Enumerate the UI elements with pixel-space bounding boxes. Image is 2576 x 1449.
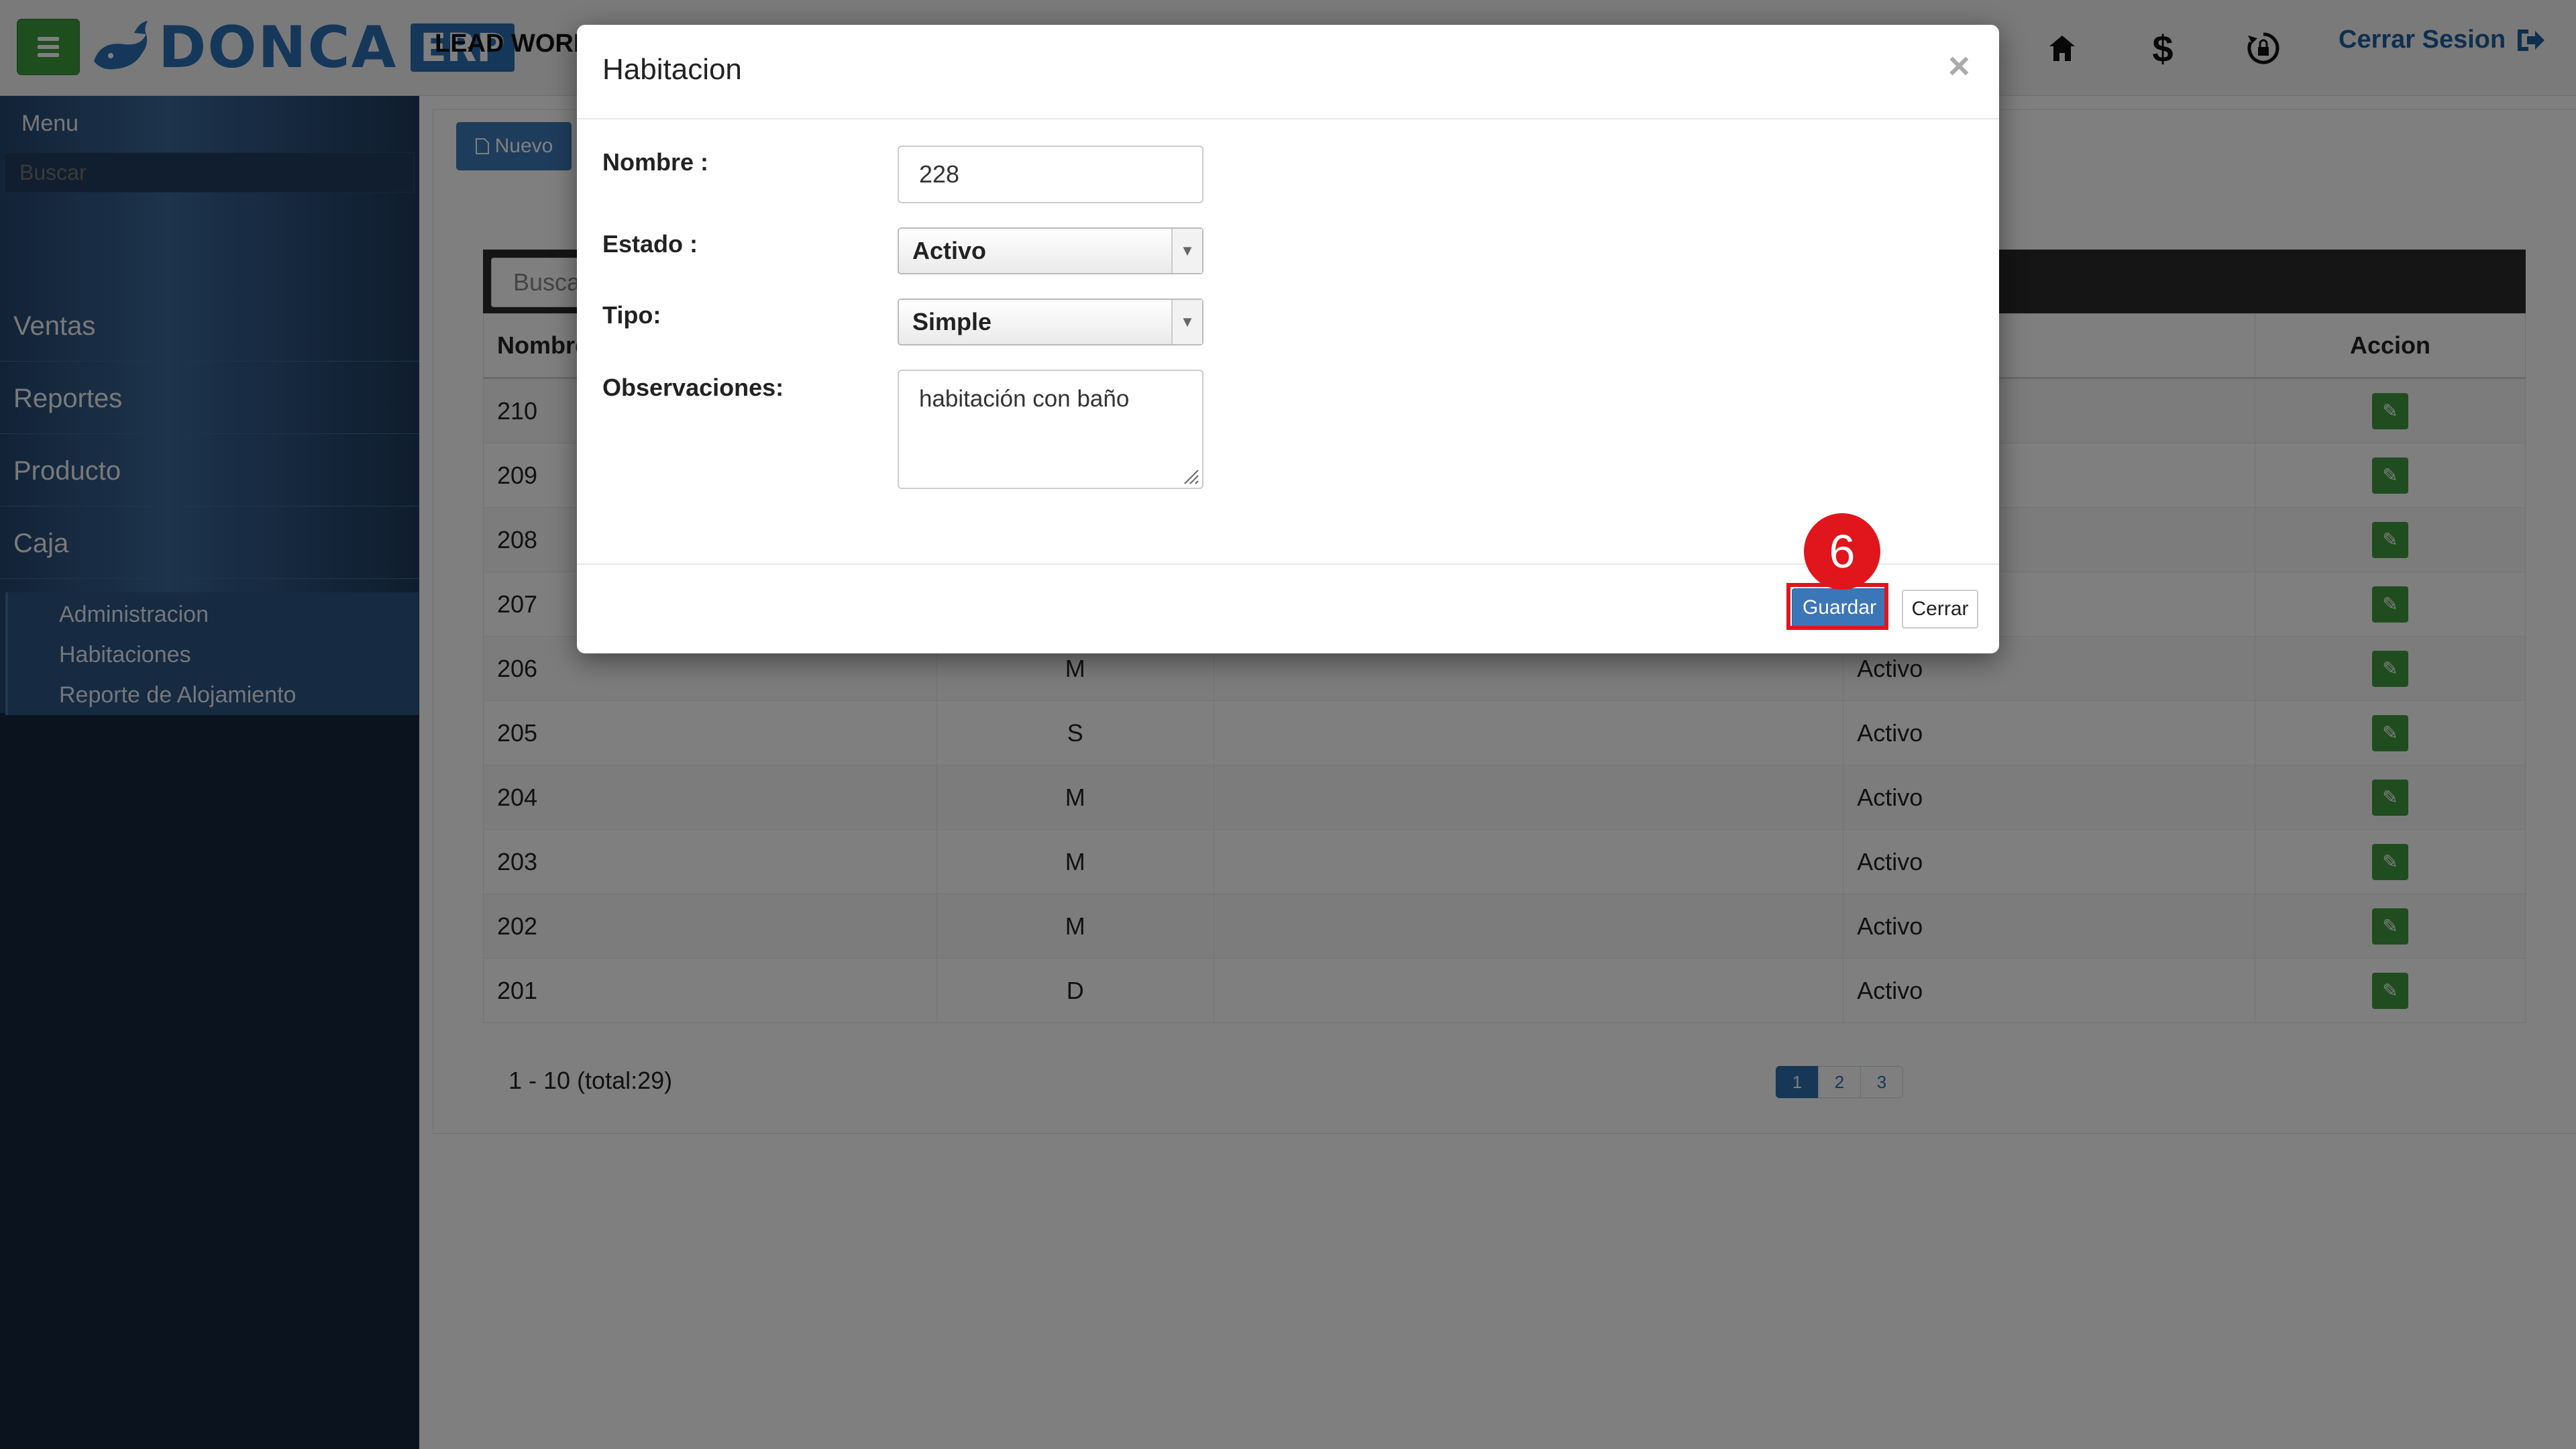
nombre-label: Nombre : (602, 148, 709, 176)
tipo-select-value: Simple (912, 308, 992, 335)
modal-title: Habitacion (602, 53, 742, 86)
chevron-down-icon: ▼ (1171, 229, 1202, 273)
tipo-label: Tipo: (602, 301, 661, 329)
close-icon[interactable]: × (1948, 44, 1970, 87)
estado-label: Estado : (602, 230, 698, 258)
step-number-badge: 6 (1804, 513, 1880, 590)
nombre-input[interactable]: 228 (898, 146, 1203, 203)
tipo-select[interactable]: Simple ▼ (898, 299, 1203, 345)
step-highlight-box (1786, 583, 1888, 630)
room-modal: Habitacion × Nombre : 228 Estado : Activ… (577, 25, 1999, 653)
observaciones-label: Observaciones: (602, 374, 784, 401)
cancel-button[interactable]: Cerrar (1902, 590, 1978, 629)
modal-footer-divider (577, 564, 1999, 565)
observaciones-value: habitación con baño (919, 386, 1130, 412)
modal-divider (577, 118, 1999, 119)
resize-handle-icon[interactable] (1179, 465, 1199, 485)
chevron-down-icon: ▼ (1171, 300, 1202, 344)
observaciones-textarea[interactable]: habitación con baño (898, 370, 1203, 489)
estado-select-value: Activo (912, 237, 987, 264)
estado-select[interactable]: Activo ▼ (898, 227, 1203, 274)
